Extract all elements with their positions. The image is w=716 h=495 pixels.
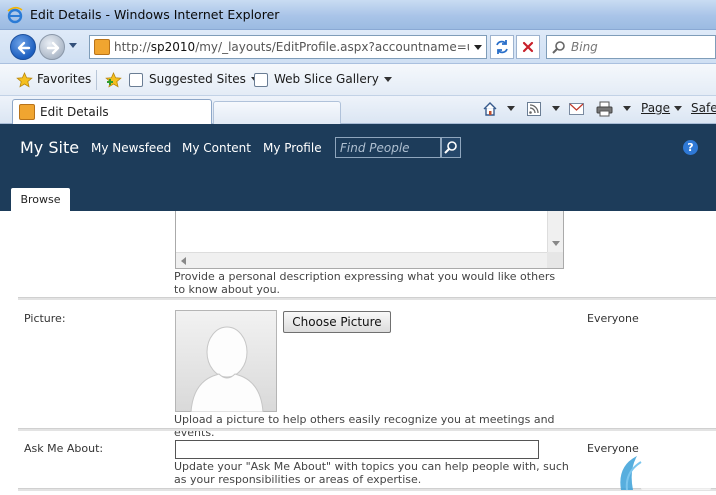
picture-privacy: Everyone (587, 312, 639, 325)
internet-explorer-icon (7, 6, 23, 24)
help-icon[interactable]: ? (683, 140, 698, 155)
suggested-sites-icon (129, 73, 143, 87)
favorites-star-icon[interactable] (16, 72, 33, 88)
ask-me-about-input[interactable] (175, 440, 539, 459)
print-icon[interactable] (596, 101, 613, 117)
tab-bar: Edit Details Page Safety (0, 96, 716, 124)
watermark-logo (620, 452, 711, 491)
refresh-button[interactable] (490, 35, 514, 59)
site-title[interactable]: My Site (20, 138, 79, 157)
row-divider (18, 428, 716, 431)
chevron-down-icon (623, 106, 631, 111)
sharepoint-page-icon (94, 39, 110, 55)
picture-hint: Upload a picture to help others easily r… (174, 413, 555, 439)
page-menu[interactable]: Page (641, 101, 683, 115)
feeds-dropdown[interactable] (548, 101, 560, 115)
ask-me-about-label: Ask Me About: (24, 442, 104, 455)
row-divider (18, 488, 716, 491)
recent-pages-dropdown[interactable] (69, 43, 77, 48)
nav-my-newsfeed[interactable]: My Newsfeed (91, 141, 171, 155)
chevron-down-icon (507, 106, 515, 111)
navigation-bar: http://sp2010/my/_layouts/EditProfile.as… (0, 30, 716, 64)
find-people-input[interactable]: Find People (335, 137, 441, 158)
scroll-down-icon[interactable] (552, 241, 560, 246)
nav-my-profile[interactable]: My Profile (263, 141, 322, 155)
suggested-sites-link[interactable]: Suggested Sites (149, 72, 259, 86)
ask-me-about-hint: Update your "Ask Me About" with topics y… (174, 460, 569, 486)
favorites-button[interactable]: Favorites (37, 72, 91, 86)
web-slice-gallery-icon (254, 73, 268, 87)
search-icon (444, 141, 457, 154)
new-tab-button[interactable] (213, 101, 341, 124)
close-icon (522, 41, 534, 53)
edit-profile-form: Provide a personal description expressin… (0, 211, 716, 495)
window-title: Edit Details - Windows Internet Explorer (30, 7, 280, 22)
search-box[interactable]: Bing (546, 35, 716, 59)
home-dropdown[interactable] (503, 101, 515, 115)
arrow-right-icon (46, 41, 60, 55)
arrow-left-icon (17, 41, 31, 55)
address-url[interactable]: http://sp2010/my/_layouts/EditProfile.as… (114, 40, 469, 54)
chevron-down-icon (552, 106, 560, 111)
stop-button[interactable] (516, 35, 540, 59)
search-placeholder: Bing (571, 40, 598, 54)
chevron-down-icon (383, 77, 392, 82)
web-slice-gallery-link[interactable]: Web Slice Gallery (274, 72, 392, 86)
favorites-bar: Favorites Suggested Sites Web Slice Gall… (0, 64, 716, 96)
address-bar[interactable]: http://sp2010/my/_layouts/EditProfile.as… (89, 35, 487, 59)
refresh-icon (496, 40, 508, 54)
search-icon (552, 41, 565, 54)
person-silhouette-icon (190, 326, 264, 412)
chevron-down-icon (674, 106, 683, 111)
sharepoint-header: My Site My Newsfeed My Content My Profil… (0, 124, 716, 211)
add-favorite-icon[interactable] (105, 72, 122, 88)
profile-picture-placeholder (175, 310, 277, 412)
back-button[interactable] (10, 34, 36, 60)
about-me-hint: Provide a personal description expressin… (174, 270, 556, 296)
address-dropdown-icon[interactable] (474, 45, 482, 50)
sharepoint-tab-icon (19, 104, 35, 120)
about-me-textarea[interactable] (175, 211, 564, 269)
mail-icon[interactable] (569, 103, 584, 115)
row-divider (18, 297, 716, 300)
nav-my-content[interactable]: My Content (182, 141, 251, 155)
scrollbar-corner (547, 252, 563, 268)
favorites-separator (96, 70, 97, 90)
tab-edit-details[interactable]: Edit Details (12, 99, 212, 124)
safety-menu[interactable]: Safety (691, 101, 716, 115)
choose-picture-button[interactable]: Choose Picture (283, 311, 391, 333)
ribbon-tab-browse[interactable]: Browse (11, 188, 70, 211)
print-dropdown[interactable] (619, 101, 631, 115)
picture-label: Picture: (24, 312, 66, 325)
feeds-icon[interactable] (527, 102, 541, 116)
forward-button[interactable] (39, 34, 65, 60)
find-people-placeholder: Find People (340, 141, 410, 155)
window-title-bar: Edit Details - Windows Internet Explorer (0, 0, 716, 30)
scroll-left-icon[interactable] (181, 257, 186, 265)
horizontal-scrollbar[interactable] (176, 252, 548, 268)
tab-label: Edit Details (40, 105, 109, 119)
vertical-scrollbar[interactable] (547, 211, 563, 252)
find-people-button[interactable] (441, 137, 461, 158)
home-icon[interactable] (482, 101, 498, 117)
